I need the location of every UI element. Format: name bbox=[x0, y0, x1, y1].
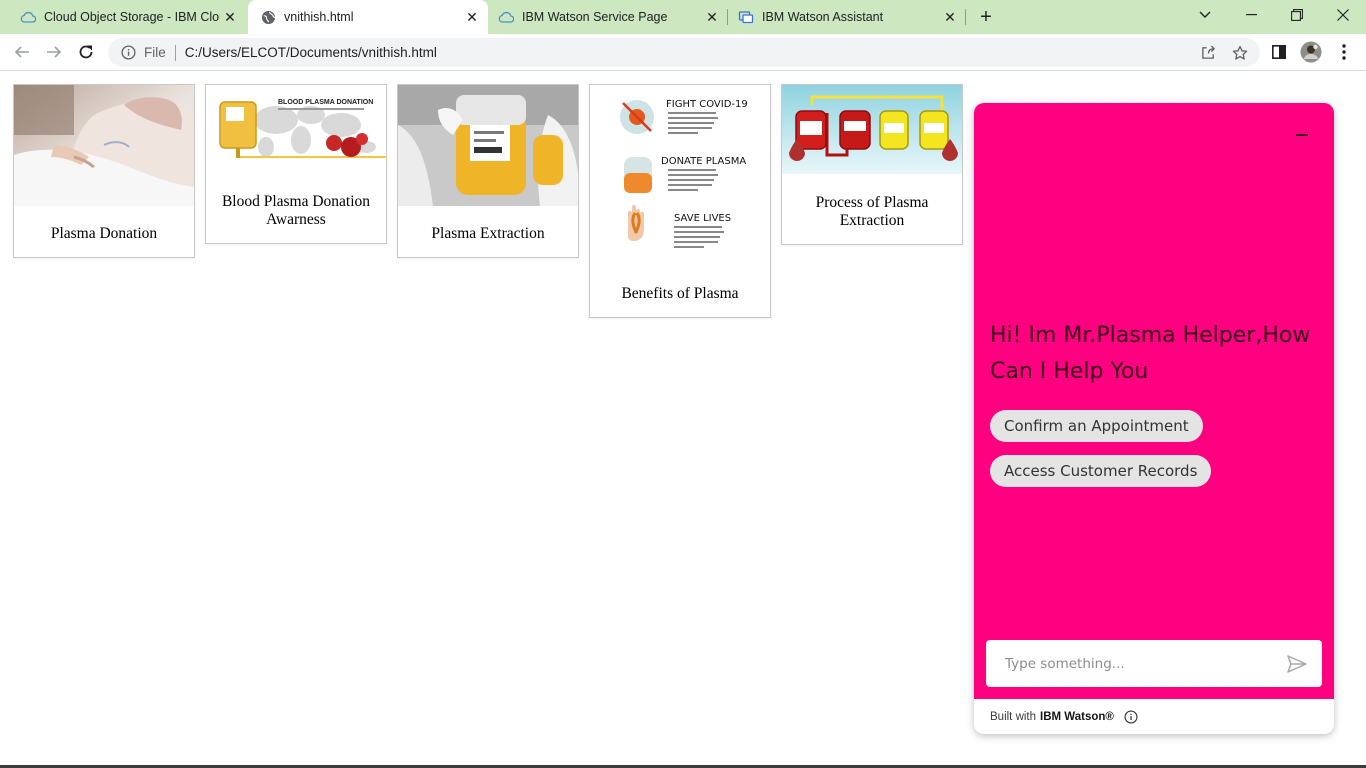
plasma-donation-banner: BLOOD PLASMA DONATION bbox=[206, 85, 386, 169]
restore-window-icon[interactable] bbox=[1274, 0, 1320, 30]
footer-brand: IBM Watson® bbox=[1040, 710, 1114, 723]
omnibox-divider bbox=[174, 44, 176, 61]
card-caption: Blood Plasma Donation Awarness bbox=[221, 193, 371, 228]
chat-input-bar bbox=[986, 640, 1322, 687]
share-icon[interactable] bbox=[1194, 38, 1222, 67]
tab-separator bbox=[965, 9, 966, 25]
infographic-item: FIGHT COVID-19 bbox=[666, 99, 748, 110]
banner-title: BLOOD PLASMA DONATION bbox=[278, 99, 373, 106]
tab-title: Cloud Object Storage - IBM Clou bbox=[44, 10, 220, 24]
card-process-of-plasma-extraction[interactable]: Process of Plasma Extraction bbox=[781, 84, 963, 245]
cloud-icon bbox=[498, 9, 514, 25]
browser-toolbar: File C:/Users/ELCOT/Documents/vnithish.h… bbox=[0, 34, 1366, 71]
chat-footer: Built with IBM Watson® bbox=[974, 699, 1334, 734]
url-scheme: File bbox=[144, 45, 166, 60]
card-blood-plasma-donation-awarness[interactable]: BLOOD PLASMA DONATION Blood Plasma Donat… bbox=[205, 84, 387, 244]
bookmark-star-icon[interactable] bbox=[1226, 38, 1254, 67]
infographic-item: DONATE PLASMA bbox=[661, 156, 746, 167]
tab-search-chevron-icon[interactable] bbox=[1182, 0, 1228, 30]
profile-avatar[interactable] bbox=[1298, 39, 1324, 65]
option-access-customer-records-button[interactable]: Access Customer Records bbox=[990, 455, 1212, 487]
url-text[interactable]: C:/Users/ELCOT/Documents/vnithish.html bbox=[185, 45, 437, 60]
card-caption: Plasma Extraction bbox=[431, 225, 545, 242]
infographic-item: SAVE LIVES bbox=[674, 213, 731, 224]
benefits-infographic: FIGHT COVID-19 DONATE PLASMA SAVE LIVES bbox=[590, 85, 770, 265]
assistant-icon bbox=[738, 9, 754, 25]
tab-close-icon[interactable]: ✕ bbox=[220, 7, 240, 27]
hospital-patient-photo bbox=[14, 85, 194, 206]
plasma-process-illustration bbox=[782, 85, 962, 174]
tab-ibm-watson-service[interactable]: IBM Watson Service Page ✕ bbox=[490, 0, 728, 34]
tab-title: IBM Watson Service Page bbox=[522, 10, 668, 24]
card-caption: Plasma Donation bbox=[50, 225, 158, 242]
chat-greeting-message: Hi! Im Mr.Plasma Helper,How Can I Help Y… bbox=[990, 323, 1311, 384]
minimize-window-icon[interactable] bbox=[1228, 0, 1274, 30]
card-benefits-of-plasma[interactable]: FIGHT COVID-19 DONATE PLASMA SAVE LIVES … bbox=[589, 84, 771, 318]
info-icon[interactable] bbox=[1124, 709, 1138, 724]
cloud-icon bbox=[20, 9, 36, 25]
address-bar[interactable]: File C:/Users/ELCOT/Documents/vnithish.h… bbox=[108, 38, 1260, 67]
tab-title: vnithish.html bbox=[284, 10, 354, 24]
forward-arrow-icon[interactable] bbox=[41, 39, 67, 65]
side-panel-icon[interactable] bbox=[1266, 39, 1292, 65]
card-plasma-donation[interactable]: Plasma Donation bbox=[13, 84, 195, 258]
card-caption: Benefits of Plasma bbox=[621, 285, 739, 302]
tab-title: IBM Watson Assistant bbox=[762, 10, 884, 24]
tab-close-icon[interactable]: ✕ bbox=[462, 7, 482, 27]
plasma-bag-photo bbox=[398, 85, 578, 206]
tab-vnithish[interactable]: vnithish.html ✕ bbox=[248, 0, 488, 34]
tab-cloud-object-storage[interactable]: Cloud Object Storage - IBM Clou ✕ bbox=[0, 0, 246, 34]
browser-menu-icon[interactable] bbox=[1331, 39, 1357, 65]
chat-message-input[interactable] bbox=[1005, 655, 1275, 672]
globe-icon bbox=[260, 9, 276, 25]
new-tab-button[interactable]: + bbox=[975, 6, 997, 28]
send-icon[interactable] bbox=[1286, 653, 1308, 675]
tab-close-icon[interactable]: ✕ bbox=[702, 7, 722, 27]
site-info-icon[interactable] bbox=[120, 45, 136, 61]
card-caption: Process of Plasma Extraction bbox=[815, 194, 929, 229]
back-arrow-icon[interactable] bbox=[9, 39, 35, 65]
option-confirm-appointment-button[interactable]: Confirm an Appointment bbox=[990, 410, 1203, 442]
chat-panel: Hi! Im Mr.Plasma Helper,How Can I Help Y… bbox=[974, 103, 1334, 699]
card-plasma-extraction[interactable]: Plasma Extraction bbox=[397, 84, 579, 258]
watson-chat-widget: Hi! Im Mr.Plasma Helper,How Can I Help Y… bbox=[974, 103, 1334, 734]
tab-close-icon[interactable]: ✕ bbox=[940, 7, 960, 27]
tab-strip: Cloud Object Storage - IBM Clou ✕ vnithi… bbox=[0, 0, 1366, 34]
close-window-icon[interactable] bbox=[1320, 0, 1366, 30]
footer-built-with: Built with bbox=[990, 710, 1037, 723]
tab-ibm-watson-assistant[interactable]: IBM Watson Assistant ✕ bbox=[728, 0, 966, 34]
minimize-chat-icon[interactable] bbox=[1295, 128, 1309, 142]
reload-icon[interactable] bbox=[73, 39, 99, 65]
